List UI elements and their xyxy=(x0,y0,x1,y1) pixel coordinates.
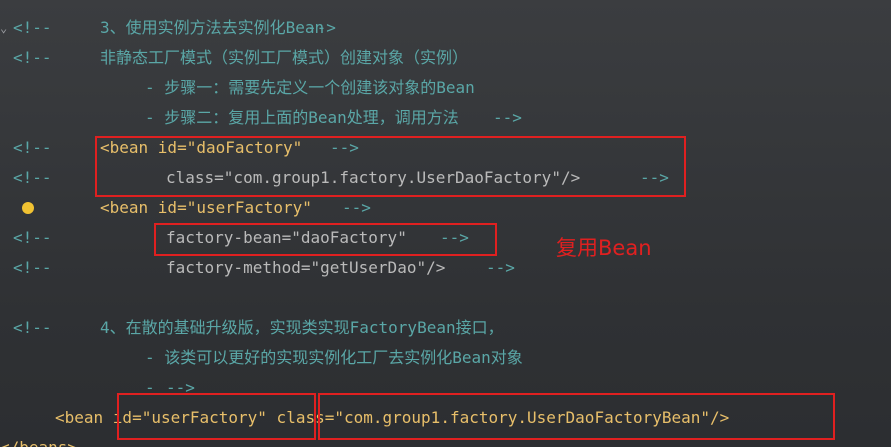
code-line: - 该类可以更好的实现实例化工厂去实例化Bean对象 xyxy=(0,343,891,373)
code-line: - 步骤二：复用上面的Bean处理，调用方法 --> xyxy=(0,103,891,133)
annotation-note: 复用Bean xyxy=(556,236,652,260)
code-line: <!-- factory-method="getUserDao"/> --> xyxy=(0,253,891,283)
highlight-box xyxy=(154,223,497,256)
comment-text: - 步骤一：需要先定义一个创建该对象的Bean xyxy=(145,78,475,97)
code-line: <bean id="userFactory" --> xyxy=(0,193,891,223)
highlight-box xyxy=(95,136,686,197)
xml-tag: <bean id="userFactory" xyxy=(100,198,312,217)
comment-text: 3、使用实例方法去实例化Bean xyxy=(100,18,325,37)
xml-tag: </beans> xyxy=(0,433,77,447)
highlight-box xyxy=(117,393,316,440)
comment-close: --> xyxy=(486,258,515,277)
code-line: <!-- 非静态工厂模式（实例工厂模式）创建对象（实例） xyxy=(0,43,891,73)
code-editor[interactable]: ⌄ <!-- 3、使用实例方法去实例化Bean --> <!-- 非静态工厂模式（实例工… xyxy=(0,0,891,447)
comment-text: - 步骤二：复用上面的Bean处理，调用方法 xyxy=(145,108,459,127)
comment-open: <!-- xyxy=(13,168,52,187)
comment-open: <!-- xyxy=(13,48,52,67)
xml-attr: factory-method="getUserDao"/> xyxy=(166,258,446,277)
comment-text: - 该类可以更好的实现实例化工厂去实例化Bean对象 xyxy=(145,348,523,367)
code-line: <!-- 4、在散的基础升级版，实现类实现FactoryBean接口， xyxy=(0,313,891,343)
comment-text: 非静态工厂模式（实例工厂模式）创建对象（实例） xyxy=(100,48,469,67)
comment-open: <!-- xyxy=(13,18,52,37)
comment-open: <!-- xyxy=(13,228,52,247)
code-line: ⌄ <!-- 3、使用实例方法去实例化Bean --> xyxy=(0,13,891,43)
lightbulb-icon[interactable] xyxy=(22,202,34,214)
comment-text: 4、在散的基础升级版，实现类实现FactoryBean接口， xyxy=(100,318,504,337)
highlight-box xyxy=(318,393,835,440)
comment-close: --> xyxy=(493,108,522,127)
comment-open: <!-- xyxy=(13,138,52,157)
comment-close: --> xyxy=(307,18,336,37)
comment-open: <!-- xyxy=(13,258,52,277)
comment-open: <!-- xyxy=(13,318,52,337)
fold-icon[interactable]: ⌄ xyxy=(0,21,10,35)
comment-close: --> xyxy=(342,198,371,217)
code-line: - 步骤一：需要先定义一个创建该对象的Bean xyxy=(0,73,891,103)
